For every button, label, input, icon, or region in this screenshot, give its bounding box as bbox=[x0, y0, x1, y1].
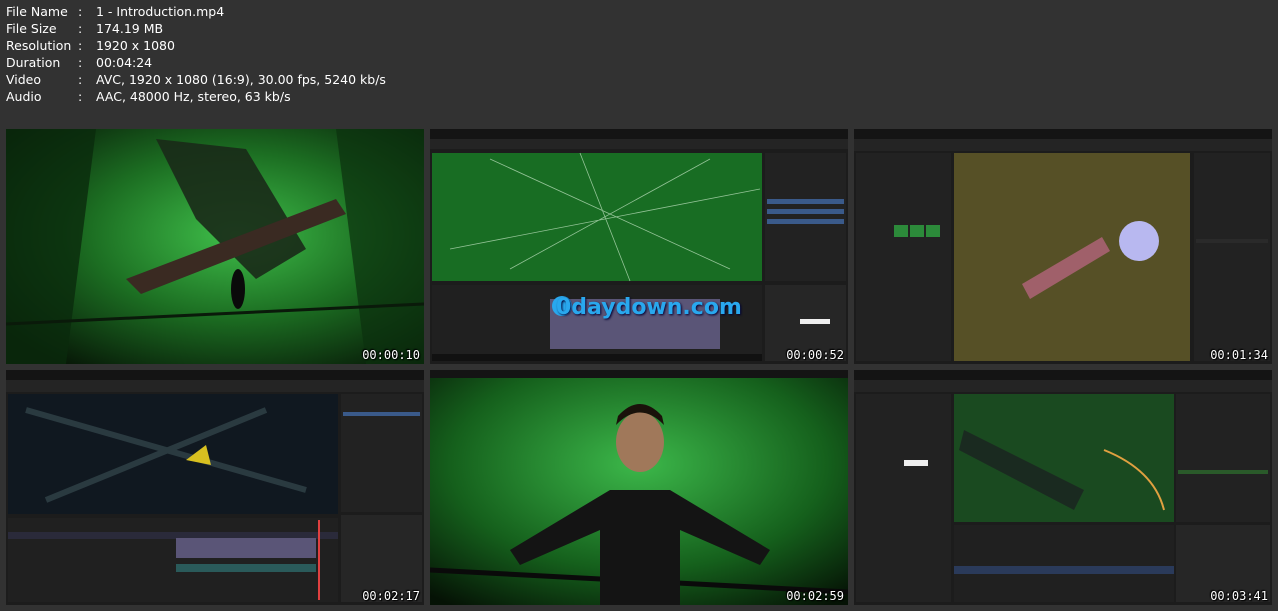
info-key: Audio bbox=[6, 89, 42, 104]
thumbnail-6[interactable]: 00:03:41 bbox=[854, 370, 1272, 605]
info-separator: : bbox=[78, 72, 83, 87]
resolution-row: Resolution : 1920 x 1080 bbox=[6, 37, 386, 54]
info-value: AVC, 1920 x 1080 (16:9), 30.00 fps, 5240… bbox=[96, 72, 386, 87]
thumbnail-4[interactable]: 00:02:17 bbox=[6, 370, 424, 605]
info-separator: : bbox=[78, 55, 83, 70]
audio-row: Audio : AAC, 48000 Hz, stereo, 63 kb/s bbox=[6, 88, 386, 105]
timestamp: 00:03:41 bbox=[1210, 589, 1268, 603]
duration-row: Duration : 00:04:24 bbox=[6, 54, 386, 71]
info-separator: : bbox=[78, 89, 83, 104]
file-info-panel: File Name : 1 - Introduction.mp4 File Si… bbox=[6, 3, 386, 105]
info-separator: : bbox=[78, 38, 83, 53]
scene-cave-icon bbox=[6, 129, 424, 364]
file-name-row: File Name : 1 - Introduction.mp4 bbox=[6, 3, 386, 20]
timestamp: 00:00:10 bbox=[362, 348, 420, 362]
timestamp: 00:02:17 bbox=[362, 589, 420, 603]
info-separator: : bbox=[78, 21, 83, 36]
info-value: 1920 x 1080 bbox=[96, 38, 175, 53]
editor-screen-icon bbox=[6, 370, 424, 605]
info-value: 1 - Introduction.mp4 bbox=[96, 4, 225, 19]
video-row: Video : AVC, 1920 x 1080 (16:9), 30.00 f… bbox=[6, 71, 386, 88]
thumbnail-5[interactable]: 00:02:59 bbox=[430, 370, 848, 605]
editor-screen-icon bbox=[854, 370, 1272, 605]
info-key: File Name bbox=[6, 4, 68, 19]
editor-screen-icon bbox=[854, 129, 1272, 364]
editor-screen-icon bbox=[430, 129, 848, 364]
thumbnail-1[interactable]: 00:00:10 bbox=[6, 129, 424, 364]
timestamp: 00:00:52 bbox=[786, 348, 844, 362]
info-value: 174.19 MB bbox=[96, 21, 164, 36]
info-key: File Size bbox=[6, 21, 57, 36]
timestamp: 00:02:59 bbox=[786, 589, 844, 603]
info-separator: : bbox=[78, 4, 83, 19]
file-size-row: File Size : 174.19 MB bbox=[6, 20, 386, 37]
info-key: Duration bbox=[6, 55, 61, 70]
timestamp: 00:01:34 bbox=[1210, 348, 1268, 362]
info-key: Resolution bbox=[6, 38, 72, 53]
info-value: AAC, 48000 Hz, stereo, 63 kb/s bbox=[96, 89, 291, 104]
info-key: Video bbox=[6, 72, 42, 87]
thumbnail-2[interactable]: 0daydown.com 00:00:52 bbox=[430, 129, 848, 364]
character-scene-icon bbox=[430, 370, 848, 605]
info-value: 00:04:24 bbox=[96, 55, 153, 70]
watermark: 0daydown.com bbox=[556, 295, 742, 320]
thumbnail-3[interactable]: 00:01:34 bbox=[854, 129, 1272, 364]
